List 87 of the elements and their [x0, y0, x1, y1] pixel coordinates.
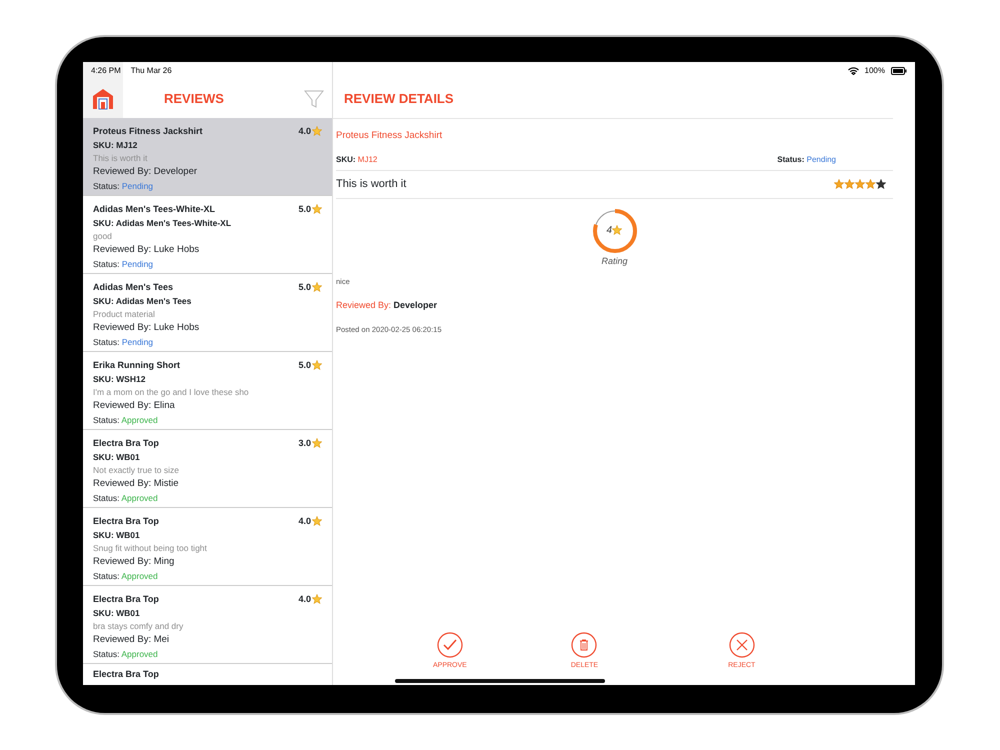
status-value: Pending: [806, 155, 836, 164]
reviewer-text: Reviewed By: Ming: [93, 556, 176, 568]
cross-icon: [728, 632, 755, 658]
star-icon: [312, 438, 322, 448]
warehouse-logo-icon: [91, 88, 115, 110]
status-time: 4:26 PM: [91, 65, 121, 77]
product-name: Erika Running Short: [93, 360, 182, 371]
product-name: Adidas Men's Tees-White-XL: [93, 204, 216, 215]
review-comment: Not exactly true to size: [93, 464, 180, 476]
status-value: Approved: [121, 570, 158, 581]
star-icon: [312, 360, 322, 370]
rating-number: 4: [606, 224, 612, 238]
star-icon: [312, 204, 322, 214]
review-list-item[interactable]: Adidas Men's Tees SKU: Adidas Men's Tees Product material Reviewed By: Luke Hobs Status: Pending 5.0: [83, 274, 332, 352]
sku-text: SKU: WB01: [93, 452, 141, 462]
wifi-icon: [848, 67, 859, 75]
status-label: Status:: [777, 155, 806, 164]
status-label: Status:: [93, 570, 120, 581]
status-label: Status:: [93, 336, 120, 347]
sku-label: SKU:: [336, 155, 357, 164]
rating-value: 3.0: [298, 438, 311, 449]
rating-value: 4.0: [298, 594, 311, 605]
product-name: Electra Bra Top: [93, 516, 160, 527]
rating-caption: Rating: [601, 254, 628, 268]
detail-title: REVIEW DETAILS: [344, 90, 454, 108]
status-date: Thu Mar 26: [130, 65, 172, 77]
review-comment: I'm a mom on the go and I love these sho: [93, 386, 250, 398]
filter-icon: [304, 88, 324, 109]
reviewer-text: Reviewed By: Luke Hobs: [93, 244, 200, 256]
star-icon: [612, 225, 622, 235]
status-label: Status:: [93, 414, 120, 425]
star-icon: [312, 282, 322, 292]
reviewer-text: Reviewed By: Mei: [93, 634, 170, 646]
status-label: Status:: [93, 258, 120, 269]
reviewer-text: Reviewed By: Luke Hobs: [93, 322, 200, 334]
reviewed-by-text: Reviewed By: Developer: [336, 299, 438, 312]
reviewer-text: Reviewed By: Mistie: [93, 478, 180, 490]
reviewer-text: Reviewed By: Elina: [93, 400, 176, 412]
review-comment: good: [93, 230, 113, 242]
product-name: Electra Bra Top: [93, 438, 160, 449]
trash-icon: [571, 632, 598, 658]
star-icon: [312, 516, 322, 526]
sku-value: MJ12: [358, 155, 378, 164]
product-name: Proteus Fitness Jackshirt: [93, 126, 204, 137]
status-label: Status:: [93, 492, 120, 503]
review-list-item[interactable]: Proteus Fitness Jackshirt SKU: MJ12 This is worth it Reviewed By: Developer Status: Pending 4.0: [83, 118, 332, 196]
review-list-item[interactable]: Electra Bra Top SKU: WB01 Not exactly true to size Reviewed By: Mistie Status: Approved 3.0: [83, 430, 332, 508]
review-list-item[interactable]: Electra Bra Top SKU: WB01 Snug fit without being too tight Reviewed By: Ming Status: Approved 4.0: [83, 508, 332, 586]
review-list-item[interactable]: Electra Bra Top SKU: WB01 bra stays comfy and dry Reviewed By: Mei Status: Approved 4.0: [83, 586, 332, 664]
product-name: Adidas Men's Tees: [93, 282, 174, 293]
rating-value: 4.0: [298, 126, 311, 137]
review-comment-title: This is worth it: [336, 177, 406, 192]
status-value: Approved: [121, 648, 158, 659]
star-icon: [312, 594, 322, 604]
detail-product-name: Proteus Fitness Jackshirt: [336, 129, 442, 143]
sku-text: SKU: Adidas Men's Tees: [93, 296, 192, 306]
review-comment: bra stays comfy and dry: [93, 620, 184, 632]
status-value: Approved: [121, 492, 158, 503]
status-label: Status:: [93, 180, 120, 191]
sku-text: SKU: WB01: [93, 530, 141, 540]
review-comment: Product material: [93, 308, 156, 320]
rating-value: 4.0: [298, 516, 311, 527]
status-value: Pending: [122, 336, 154, 347]
status-value: Pending: [122, 180, 154, 191]
status-value: Pending: [122, 258, 154, 269]
panel-title: REVIEWS: [164, 90, 224, 108]
sku-text: SKU: WB01: [93, 608, 141, 618]
review-list-item[interactable]: Erika Running Short SKU: WSH12 I'm a mom on the go and I love these sho Reviewed By: Elina Status: Approved 5.0: [83, 352, 332, 430]
checkmark-icon: [436, 632, 463, 658]
review-comment: This is worth it: [93, 152, 148, 164]
review-list-item[interactable]: Adidas Men's Tees-White-XL SKU: Adidas Men's Tees-White-XL good Reviewed By: Luke Hobs Status: Pending 5.0: [83, 196, 332, 274]
battery-percent: 100%: [864, 65, 885, 77]
product-name: Electra Bra Top: [93, 594, 160, 605]
sku-text: SKU: MJ12: [93, 140, 138, 150]
review-list-item[interactable]: Electra Bra Top: [83, 664, 332, 685]
rating-value: 5.0: [298, 282, 311, 293]
reviewer-text: Reviewed By: Developer: [93, 166, 198, 178]
review-comment: Snug fit without being too tight: [93, 542, 208, 554]
star-icon: [312, 126, 322, 136]
status-label: Status:: [93, 648, 120, 659]
battery-icon: [891, 67, 907, 75]
sku-text: SKU: Adidas Men's Tees-White-XL: [93, 218, 232, 228]
rating-value: 5.0: [298, 360, 311, 371]
sku-text: SKU: WSH12: [93, 374, 146, 384]
rating-value: 5.0: [298, 204, 311, 215]
product-name: Electra Bra Top: [93, 669, 160, 680]
status-value: Approved: [121, 414, 158, 425]
